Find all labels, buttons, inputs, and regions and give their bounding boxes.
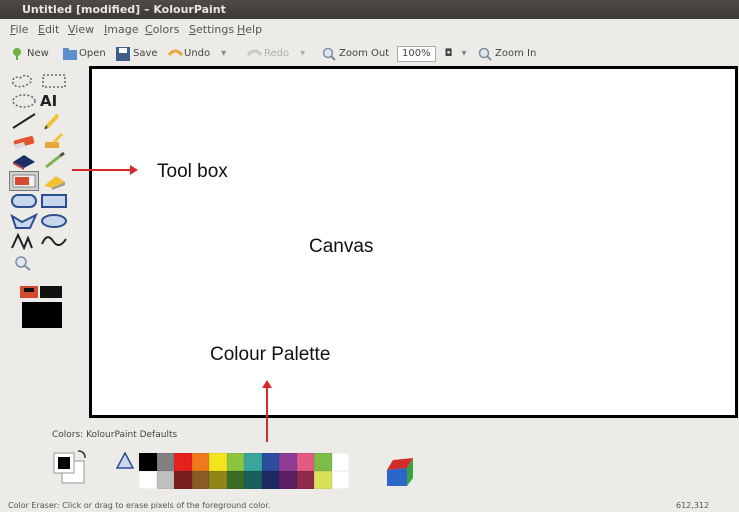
window-title: Untitled [modified] – KolourPaint xyxy=(0,0,739,19)
zoom-reset-icon[interactable]: ◘ xyxy=(445,46,453,62)
redo-dropdown-icon[interactable]: ▾ xyxy=(300,46,305,62)
free-form-select-tool[interactable] xyxy=(10,72,38,90)
menu-bar: File Edit View Image Colors Settings Hel… xyxy=(0,20,739,39)
redo-icon xyxy=(246,47,263,61)
toolbox-arrow-icon xyxy=(72,165,138,175)
rounded-rectangle-tool-icon[interactable] xyxy=(10,192,38,210)
palette-label: Colors: KolourPaint Defaults xyxy=(52,430,178,440)
line-tool-icon[interactable] xyxy=(10,112,38,130)
palette-color-swatch[interactable] xyxy=(296,453,314,471)
curve-tool-icon[interactable] xyxy=(40,232,68,250)
zoom-dropdown-icon[interactable]: ▾ xyxy=(462,46,467,62)
tool-box: AI xyxy=(9,70,90,328)
palette-color-swatch[interactable] xyxy=(156,471,174,489)
palette-color-swatch[interactable] xyxy=(244,453,262,471)
palette-color-swatch[interactable] xyxy=(191,471,209,489)
menu-file[interactable]: File xyxy=(10,20,28,39)
menu-view[interactable]: View xyxy=(68,20,94,39)
toolbox-annotation: Tool box xyxy=(157,161,228,182)
pen-tool-icon[interactable] xyxy=(40,112,68,130)
palette-color-swatch[interactable] xyxy=(174,471,192,489)
ellipse-select-tool[interactable] xyxy=(10,92,38,110)
undo-icon xyxy=(167,47,184,61)
palette-color-swatch[interactable] xyxy=(191,453,209,471)
new-icon xyxy=(10,47,24,61)
palette-color-swatch[interactable] xyxy=(139,471,157,489)
palette-color-swatch[interactable] xyxy=(209,453,227,471)
open-folder-icon xyxy=(62,47,77,61)
palette-color-swatch[interactable] xyxy=(174,453,192,471)
save-disk-icon xyxy=(116,47,130,61)
menu-settings[interactable]: Settings xyxy=(189,20,234,39)
rectangle-select-tool[interactable] xyxy=(40,72,68,90)
flood-fill-tool-icon[interactable] xyxy=(10,152,38,170)
transparent-color-icon[interactable] xyxy=(115,451,135,470)
main-toolbar: New Open Save Undo ▾ Redo ▾ Zoom Out 100… xyxy=(0,42,739,66)
zoom-out-label: Zoom Out xyxy=(339,48,390,59)
zoom-out-button[interactable]: Zoom Out xyxy=(322,46,389,62)
zoom-level-value[interactable]: 100% xyxy=(397,46,436,62)
zoom-tool-icon[interactable] xyxy=(10,254,38,272)
eraser-tool-icon[interactable] xyxy=(10,132,38,150)
palette-annotation: Colour Palette xyxy=(210,344,331,365)
canvas-annotation: Canvas xyxy=(309,236,374,257)
tool-options-swatch[interactable] xyxy=(18,282,68,334)
undo-button[interactable]: Undo ▾ xyxy=(167,46,226,62)
new-button[interactable]: New xyxy=(10,46,49,62)
palette-color-swatch[interactable] xyxy=(139,453,157,471)
new-label: New xyxy=(27,48,49,59)
color-cube-icon[interactable] xyxy=(383,456,417,488)
palette-color-swatch[interactable] xyxy=(314,471,332,489)
palette-color-swatch[interactable] xyxy=(261,453,279,471)
palette-color-swatch[interactable] xyxy=(331,471,349,489)
palette-color-swatch[interactable] xyxy=(226,471,244,489)
save-button[interactable]: Save xyxy=(116,46,158,62)
zoom-in-label: Zoom In xyxy=(495,48,537,59)
palette-color-swatch[interactable] xyxy=(226,453,244,471)
color-eraser-tool-icon[interactable] xyxy=(9,171,39,191)
status-text: Color Eraser: Click or drag to erase pix… xyxy=(8,501,271,510)
status-bar: Color Eraser: Click or drag to erase pix… xyxy=(0,499,739,512)
palette-color-swatch[interactable] xyxy=(331,453,349,471)
open-button[interactable]: Open xyxy=(62,46,106,62)
palette-color-swatch[interactable] xyxy=(156,453,174,471)
palette-color-swatch[interactable] xyxy=(314,453,332,471)
zoom-level-select[interactable]: 100% ◘ ▾ xyxy=(397,46,467,62)
zoom-in-icon xyxy=(478,47,492,61)
color-palette xyxy=(139,453,349,489)
text-tool-icon[interactable]: AI xyxy=(40,92,68,110)
menu-help[interactable]: Help xyxy=(237,20,262,39)
palette-color-swatch[interactable] xyxy=(296,471,314,489)
palette-color-swatch[interactable] xyxy=(244,471,262,489)
menu-edit[interactable]: Edit xyxy=(38,20,59,39)
zoom-in-button[interactable]: Zoom In xyxy=(478,46,536,62)
cursor-coordinates: 612,312 xyxy=(676,501,710,510)
menu-colors[interactable]: Colors xyxy=(145,20,179,39)
palette-color-swatch[interactable] xyxy=(209,471,227,489)
open-label: Open xyxy=(79,48,106,59)
polygon-tool-icon[interactable] xyxy=(10,212,39,230)
ellipse-tool-icon[interactable] xyxy=(40,212,68,230)
menu-image[interactable]: Image xyxy=(104,20,138,39)
zoom-out-icon xyxy=(322,47,336,61)
undo-label: Undo xyxy=(184,48,211,59)
save-label: Save xyxy=(133,48,158,59)
fg-bg-color-swatch[interactable] xyxy=(52,449,88,485)
palette-color-swatch[interactable] xyxy=(279,471,297,489)
color-picker-tool-icon[interactable] xyxy=(40,151,68,170)
palette-arrow-icon xyxy=(262,380,272,442)
rectangle-tool-icon[interactable] xyxy=(40,192,68,210)
redo-button[interactable]: Redo ▾ xyxy=(246,46,305,62)
palette-color-swatch[interactable] xyxy=(261,471,279,489)
spraycan-tool-icon[interactable] xyxy=(40,172,68,190)
palette-color-swatch[interactable] xyxy=(279,453,297,471)
brush-tool-icon[interactable] xyxy=(40,132,68,150)
drawing-canvas[interactable] xyxy=(89,66,738,418)
connected-lines-tool-icon[interactable] xyxy=(10,232,38,251)
undo-dropdown-icon[interactable]: ▾ xyxy=(221,46,226,62)
redo-label: Redo xyxy=(264,48,290,59)
